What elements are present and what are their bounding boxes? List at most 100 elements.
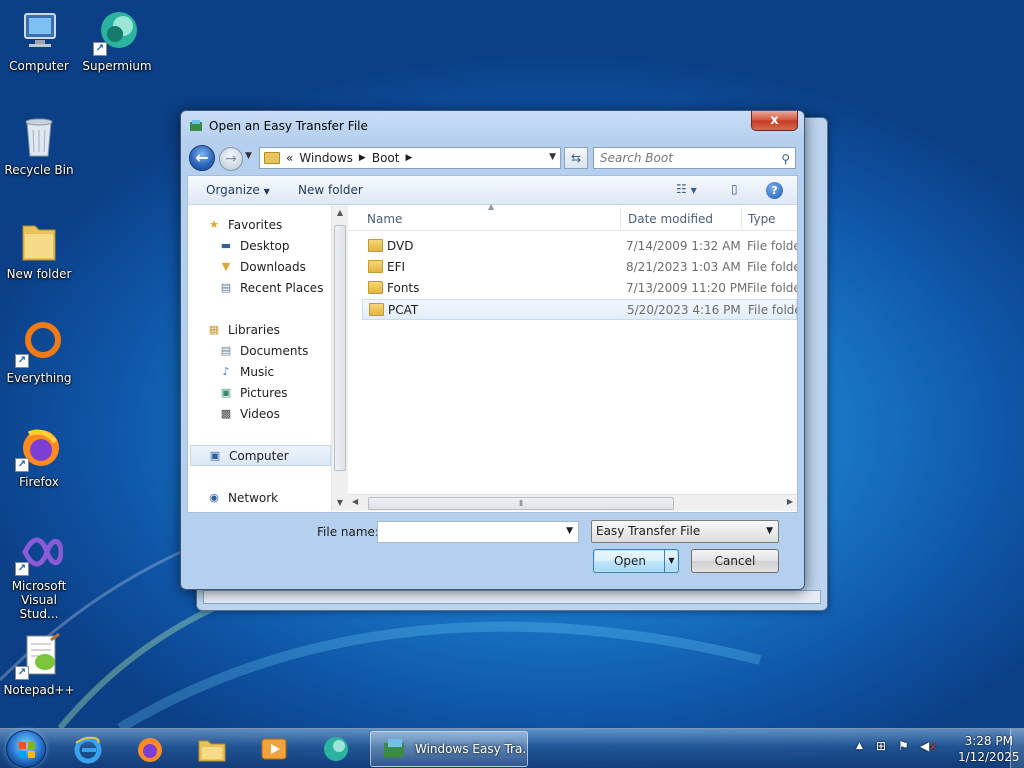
back-button[interactable]: ← bbox=[189, 145, 215, 171]
scroll-thumb[interactable]: ⦀ bbox=[368, 497, 674, 510]
refresh-button[interactable]: ⇆ bbox=[564, 147, 588, 169]
folder-icon bbox=[369, 303, 384, 316]
help-icon[interactable]: ? bbox=[766, 182, 783, 199]
file-list: Name ▲ Date modified Type DVD 7/14/2009 … bbox=[348, 205, 797, 511]
file-row[interactable]: PCAT 5/20/2023 4:16 PM File folder bbox=[362, 299, 797, 320]
open-split-dropdown-icon[interactable]: ▼ bbox=[664, 550, 678, 572]
supermium-icon[interactable] bbox=[320, 733, 352, 765]
nav-videos[interactable]: ▩ Videos bbox=[218, 403, 331, 424]
recycle-bin-icon bbox=[15, 112, 63, 160]
address-dropdown-icon[interactable]: ▼ bbox=[549, 152, 556, 162]
nav-libraries[interactable]: ▦ Libraries bbox=[206, 319, 331, 340]
pictures-icon: ▣ bbox=[220, 385, 232, 399]
scroll-down-icon[interactable]: ▼ bbox=[332, 495, 348, 511]
computer-icon: ▣ bbox=[209, 448, 221, 462]
desktop-icon-supermium[interactable]: ↗ Supermium bbox=[78, 8, 156, 73]
nav-computer[interactable]: ▣ Computer bbox=[190, 445, 331, 466]
column-name[interactable]: Name bbox=[367, 212, 402, 226]
nav-favorites[interactable]: ★ Favorites bbox=[206, 214, 331, 235]
file-list-scrollbar[interactable]: ◀ ⦀ ▶ bbox=[348, 494, 797, 511]
nav-desktop[interactable]: ▬ Desktop bbox=[218, 235, 331, 256]
file-row[interactable]: EFI 8/21/2023 1:03 AM File folder bbox=[362, 257, 797, 278]
show-hidden-icons-icon[interactable]: ▲ bbox=[856, 741, 863, 751]
file-row[interactable]: DVD 7/14/2009 1:32 AM File folder bbox=[362, 236, 797, 257]
breadcrumb-separator-icon[interactable]: ▶ bbox=[359, 153, 366, 163]
file-explorer-icon[interactable] bbox=[196, 733, 228, 765]
scroll-up-icon[interactable]: ▲ bbox=[332, 205, 348, 221]
open-button[interactable]: Open ▼ bbox=[593, 549, 679, 573]
breadcrumb-separator-icon[interactable]: ▶ bbox=[405, 153, 412, 163]
nav-pictures[interactable]: ▣ Pictures bbox=[218, 382, 331, 403]
close-icon: x bbox=[770, 113, 779, 128]
everything-icon: ↗ bbox=[15, 320, 63, 368]
easy-transfer-icon bbox=[384, 739, 404, 757]
column-type[interactable]: Type bbox=[748, 212, 776, 226]
file-name-label: File name: bbox=[317, 525, 379, 539]
internet-explorer-icon[interactable] bbox=[72, 733, 104, 765]
firefox-icon: ↗ bbox=[15, 424, 63, 472]
nav-pane-scrollbar[interactable]: ▲ ▼ bbox=[331, 205, 348, 511]
cancel-button[interactable]: Cancel bbox=[691, 549, 779, 573]
desktop-icon-visual-studio[interactable]: ↗ Microsoft Visual Stud... bbox=[0, 528, 78, 621]
search-placeholder: Search Boot bbox=[600, 151, 673, 165]
address-overflow[interactable]: « bbox=[286, 151, 293, 165]
show-desktop-button[interactable] bbox=[1010, 729, 1024, 768]
nav-documents[interactable]: ▤ Documents bbox=[218, 340, 331, 361]
shortcut-arrow-icon: ↗ bbox=[15, 666, 29, 680]
desktop-icon-recycle-bin[interactable]: Recycle Bin bbox=[0, 112, 78, 177]
chevron-down-icon[interactable]: ▼ bbox=[566, 526, 573, 536]
start-button[interactable] bbox=[6, 730, 46, 768]
desktop-icon-everything[interactable]: ↗ Everything bbox=[0, 320, 78, 385]
address-bar[interactable]: « Windows ▶ Boot ▶ ▼ bbox=[259, 147, 561, 169]
arrow-left-icon: ← bbox=[195, 148, 209, 167]
supermium-icon: ↗ bbox=[93, 8, 141, 56]
folder-icon bbox=[15, 216, 63, 264]
recent-pages-dropdown-icon[interactable]: ▼ bbox=[245, 151, 252, 161]
desktop-icon-computer[interactable]: Computer bbox=[0, 8, 78, 73]
new-folder-button[interactable]: New folder bbox=[298, 183, 363, 197]
preview-pane-icon[interactable]: ▯ bbox=[731, 182, 738, 196]
nav-recent-places[interactable]: ▤ Recent Places bbox=[218, 277, 331, 298]
arrow-right-icon: → bbox=[225, 151, 237, 167]
change-view-icon[interactable]: ☷ ▼ bbox=[676, 182, 697, 196]
scroll-right-icon[interactable]: ▶ bbox=[787, 497, 793, 506]
scroll-left-icon[interactable]: ◀ bbox=[352, 497, 358, 506]
desktop-icon-new-folder[interactable]: New folder bbox=[0, 216, 78, 281]
file-row[interactable]: Fonts 7/13/2009 11:20 PM File folder bbox=[362, 278, 797, 299]
dialog-titlebar[interactable]: Open an Easy Transfer File bbox=[189, 117, 744, 135]
breadcrumb-boot[interactable]: Boot bbox=[372, 151, 400, 165]
action-center-flag-icon[interactable]: ⚑ bbox=[898, 739, 909, 753]
scroll-thumb[interactable] bbox=[334, 225, 346, 471]
forward-button[interactable]: → bbox=[219, 147, 243, 171]
star-icon: ★ bbox=[209, 217, 219, 231]
desktop-icon-notepad-plus-plus[interactable]: ↗ Notepad++ bbox=[0, 632, 78, 697]
nav-music[interactable]: ♪ Music bbox=[218, 361, 331, 382]
network-icon: ◉ bbox=[209, 490, 219, 504]
volume-muted-icon[interactable]: ◀✕ bbox=[920, 739, 937, 753]
taskbar-active-task[interactable]: Windows Easy Tra... bbox=[370, 731, 528, 767]
file-name-input[interactable]: ▼ bbox=[377, 521, 579, 543]
close-button[interactable]: x bbox=[751, 111, 798, 131]
downloads-icon: ▼ bbox=[221, 259, 231, 273]
shortcut-arrow-icon: ↗ bbox=[15, 354, 29, 368]
desktop-icon-firefox[interactable]: ↗ Firefox bbox=[0, 424, 78, 489]
file-type-select[interactable]: Easy Transfer File ▼ bbox=[591, 520, 779, 543]
dialog-footer: File name: ▼ Easy Transfer File ▼ Open ▼… bbox=[187, 513, 798, 583]
organize-button[interactable]: Organize ▼ bbox=[206, 183, 270, 197]
notepad-plus-plus-icon: ↗ bbox=[15, 632, 63, 680]
navigation-pane: ★ Favorites ▬ Desktop ▼ Downloads ▤ Recent P… bbox=[188, 205, 331, 511]
media-player-icon[interactable] bbox=[258, 733, 290, 765]
search-input[interactable]: Search Boot ⚲ bbox=[593, 147, 796, 169]
music-icon: ♪ bbox=[222, 364, 230, 378]
easy-transfer-icon bbox=[190, 120, 202, 131]
firefox-icon[interactable] bbox=[134, 733, 166, 765]
nav-network[interactable]: ◉ Network bbox=[206, 487, 331, 508]
nav-downloads[interactable]: ▼ Downloads bbox=[218, 256, 331, 277]
column-date-modified[interactable]: Date modified bbox=[628, 212, 713, 226]
videos-icon: ▩ bbox=[220, 406, 232, 420]
breadcrumb-windows[interactable]: Windows bbox=[299, 151, 353, 165]
folder-icon bbox=[264, 152, 280, 164]
search-icon[interactable]: ⚲ bbox=[781, 149, 790, 169]
network-icon[interactable]: ⊞ bbox=[876, 739, 886, 753]
column-headers: Name ▲ Date modified Type bbox=[348, 205, 797, 231]
